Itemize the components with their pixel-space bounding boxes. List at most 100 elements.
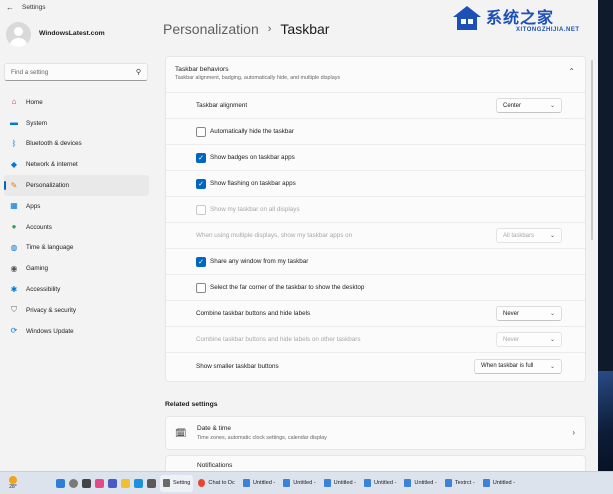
alignment-value: Center xyxy=(503,102,522,109)
chevron-down-icon: ⌄ xyxy=(549,337,555,343)
date-time-link[interactable]: 🗓 Date & time Time zones, automatic cloc… xyxy=(165,416,586,450)
sidebar-item-label: Personalization xyxy=(26,182,70,190)
chevron-down-icon: ⌄ xyxy=(549,233,555,239)
sun-icon xyxy=(9,476,17,484)
calendar-clock-icon: 🗓 xyxy=(175,428,187,438)
related-settings-heading: Related settings xyxy=(165,401,218,408)
smaller-buttons-row: Show smaller taskbar buttons When taskba… xyxy=(166,353,585,379)
bluetooth-icon: ᛒ xyxy=(11,138,17,148)
user-profile[interactable]: WindowsLatest.com xyxy=(6,22,105,47)
sidebar-item-network-internet[interactable]: ◆ Network & internet xyxy=(4,154,149,175)
sidebar-item-label: Bluetooth & devices xyxy=(26,140,82,148)
combine-other-label: Combine taskbar buttons and hide labels … xyxy=(196,336,361,343)
date-time-title: Date & time xyxy=(197,425,231,432)
breadcrumb-separator: › xyxy=(267,23,272,35)
search-input[interactable]: Find a setting ⚲ xyxy=(4,63,148,81)
alignment-row: Taskbar alignment Center ⌄ xyxy=(166,93,585,119)
app-icon xyxy=(444,479,452,487)
system-icon: ▬ xyxy=(10,118,18,128)
breadcrumb: Personalization › Taskbar xyxy=(163,21,329,37)
settings-window: ← Settings WindowsLatest.com Find a sett… xyxy=(0,0,598,471)
sidebar-item-apps[interactable]: ▦ Apps xyxy=(4,196,149,217)
taskbar-app-label: Setting xyxy=(173,480,191,486)
sidebar-item-label: Apps xyxy=(26,202,41,210)
sidebar-item-bluetooth-devices[interactable]: ᛒ Bluetooth & devices xyxy=(4,134,149,155)
taskbar-app-button[interactable]: Textrct - xyxy=(442,475,478,492)
chevron-up-icon[interactable]: ⌃ xyxy=(568,67,575,76)
sidebar-item-label: Gaming xyxy=(26,265,49,273)
taskbar-app-label: Untitled - xyxy=(492,480,516,486)
file-explorer-icon[interactable] xyxy=(121,478,130,488)
taskbar-app-button[interactable]: Chat to Dc xyxy=(195,475,237,492)
avatar xyxy=(6,22,31,47)
watermark: 系统之家 XITONGZHIJIA.NET xyxy=(452,3,598,43)
search-icon[interactable]: ⚲ xyxy=(136,68,141,76)
taskbar-app-button[interactable]: Untitled - xyxy=(240,475,278,492)
scrollbar[interactable] xyxy=(591,60,593,240)
all-displays-checkbox xyxy=(196,204,206,215)
taskbar-app-label: Untitled - xyxy=(414,480,437,486)
taskbar-app-button[interactable]: Untitled - xyxy=(480,475,518,492)
far-corner-row[interactable]: Select the far corner of the taskbar to … xyxy=(166,275,585,301)
taskbar-app-button[interactable]: Untitled - xyxy=(280,475,318,492)
combine-dropdown[interactable]: Never ⌄ xyxy=(496,306,562,321)
date-time-subtitle: Time zones, automatic clock settings, ca… xyxy=(197,435,327,441)
flashing-checkbox[interactable]: ✓ xyxy=(196,178,206,189)
home-icon: ⌂ xyxy=(11,97,17,107)
watermark-url: XITONGZHIJIA.NET xyxy=(516,27,580,33)
sidebar-item-system[interactable]: ▬ System xyxy=(4,113,149,134)
sidebar-item-time-language[interactable]: ◍ Time & language xyxy=(4,238,149,259)
multi-display-value: All taskbars xyxy=(503,232,535,239)
breadcrumb-personalization[interactable]: Personalization xyxy=(163,21,259,37)
taskbar-behaviors-panel: Taskbar behaviors Taskbar alignment, bad… xyxy=(165,56,586,382)
sidebar-item-home[interactable]: ⌂ Home xyxy=(4,92,149,113)
task-view-icon[interactable] xyxy=(82,478,91,488)
wifi-icon: ◆ xyxy=(10,159,18,169)
notifications-title: Notifications xyxy=(197,462,233,469)
back-arrow-icon[interactable]: ← xyxy=(6,3,14,12)
sidebar-item-accessibility[interactable]: ✱ Accessibility xyxy=(4,279,149,300)
taskbar-behaviors-header[interactable]: Taskbar behaviors Taskbar alignment, bad… xyxy=(166,57,585,93)
badges-checkbox[interactable]: ✓ xyxy=(196,152,206,163)
sidebar-item-label: System xyxy=(26,119,47,127)
taskbar-app-label: Textrct - xyxy=(454,480,475,486)
taskbar-app-label: Untitled - xyxy=(333,480,357,486)
badges-row[interactable]: ✓ Show badges on taskbar apps xyxy=(166,145,585,171)
taskbar-app-button[interactable]: Untitled - xyxy=(401,475,439,492)
copilot-icon[interactable] xyxy=(95,478,104,488)
taskbar-apps: Setting Chat to Dc Untitled - Untitled - Unt… xyxy=(160,474,518,492)
taskbar-app-button[interactable]: Setting xyxy=(160,474,194,492)
sidebar-item-label: Accounts xyxy=(26,223,52,231)
app-icon xyxy=(242,479,250,487)
share-window-checkbox[interactable]: ✓ xyxy=(196,256,206,267)
auto-hide-row[interactable]: Automatically hide the taskbar xyxy=(166,119,585,145)
taskbar-app-label: Untitled - xyxy=(252,480,276,486)
sidebar-item-gaming[interactable]: ◉ Gaming xyxy=(4,258,149,279)
sidebar-item-accounts[interactable]: ● Accounts xyxy=(4,217,149,238)
sidebar-item-privacy-security[interactable]: ⛉ Privacy & security xyxy=(4,300,149,321)
sidebar-item-label: Windows Update xyxy=(26,327,74,335)
app-icon xyxy=(482,479,490,487)
taskbar-app-button[interactable]: Untitled - xyxy=(361,475,399,492)
chevron-right-icon: › xyxy=(572,428,575,437)
app-icon xyxy=(404,479,412,487)
flashing-row[interactable]: ✓ Show flashing on taskbar apps xyxy=(166,171,585,197)
house-logo-icon xyxy=(453,6,481,30)
sidebar-item-windows-update[interactable]: ⟳ Windows Update xyxy=(4,321,149,342)
taskbar-search-icon[interactable] xyxy=(69,478,78,488)
start-icon[interactable] xyxy=(56,478,65,488)
shield-icon: ⛉ xyxy=(11,305,17,315)
store-icon[interactable] xyxy=(147,478,156,488)
sidebar-item-personalization[interactable]: ✎ Personalization xyxy=(4,175,149,196)
auto-hide-checkbox[interactable] xyxy=(196,126,206,137)
chevron-down-icon: ⌄ xyxy=(549,363,555,370)
taskbar-app-button[interactable]: Untitled - xyxy=(321,475,359,492)
weather-widget[interactable]: 28° xyxy=(4,476,22,490)
share-window-row[interactable]: ✓ Share any window from my taskbar xyxy=(166,249,585,275)
teams-icon[interactable] xyxy=(108,478,117,488)
edge-icon[interactable] xyxy=(134,478,143,488)
smaller-buttons-dropdown[interactable]: When taskbar is full ⌄ xyxy=(474,358,562,374)
alignment-dropdown[interactable]: Center ⌄ xyxy=(496,98,562,113)
notifications-link[interactable]: Notifications xyxy=(165,455,586,471)
far-corner-checkbox[interactable] xyxy=(196,282,206,293)
